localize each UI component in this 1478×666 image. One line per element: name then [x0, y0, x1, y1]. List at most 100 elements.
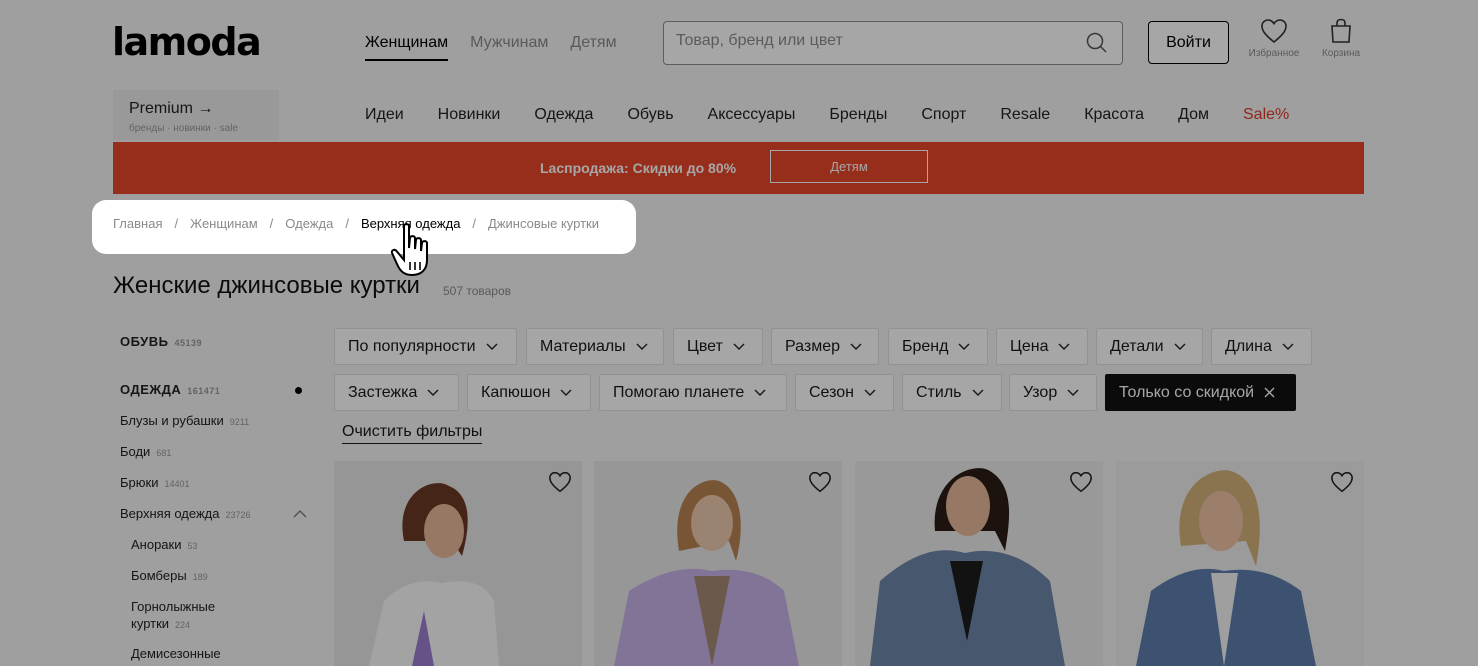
filter-hood[interactable]: Капюшон	[467, 374, 591, 411]
filter-length[interactable]: Длина	[1211, 328, 1312, 365]
chevron-down-icon	[850, 343, 862, 350]
sidebar-item-label: куртки	[131, 616, 170, 631]
filter-fastener[interactable]: Застежка	[334, 374, 459, 411]
filter-season[interactable]: Сезон	[795, 374, 894, 411]
filter-label: Бренд	[902, 337, 949, 355]
sidebar-item-ski-jackets[interactable]: Горнолыжные	[131, 599, 215, 614]
tab-women[interactable]: Женщинам	[365, 34, 449, 61]
sidebar-item-shoes[interactable]: ОБУВЬ 45139	[120, 334, 202, 349]
nav-shoes[interactable]: Обувь	[627, 106, 673, 124]
sidebar-item-count: 45139	[174, 338, 202, 348]
search-box	[663, 21, 1123, 65]
sidebar-item-count: 14401	[164, 479, 190, 489]
chevron-down-icon	[636, 343, 648, 350]
product-card[interactable]	[334, 461, 582, 666]
sidebar-item-trousers[interactable]: Брюки 14401	[120, 475, 190, 490]
chevron-down-icon	[1067, 389, 1079, 396]
cart-button[interactable]: Корзина	[1306, 18, 1376, 59]
sidebar-item-blouses[interactable]: Блузы и рубашки 9211	[120, 413, 249, 428]
heart-icon[interactable]	[808, 471, 832, 493]
sidebar-item-label: Демисезонные	[131, 646, 221, 661]
lamoda-logo[interactable]: lamoda	[112, 20, 262, 64]
filter-label: Детали	[1110, 337, 1164, 355]
product-card[interactable]	[594, 461, 842, 666]
tab-kids[interactable]: Детям	[570, 34, 616, 61]
nav-sport[interactable]: Спорт	[921, 106, 966, 124]
product-card[interactable]	[1116, 461, 1364, 666]
filter-label: По популярности	[348, 337, 476, 355]
sidebar-item-label: Анораки	[131, 537, 182, 552]
sidebar-item-outerwear[interactable]: Верхняя одежда 23726	[120, 506, 251, 521]
clear-filters-link[interactable]: Очистить фильтры	[342, 423, 483, 444]
filter-details[interactable]: Детали	[1096, 328, 1203, 365]
promo-banner[interactable]: Laспродажа: Скидки до 80% Детям	[113, 142, 1364, 194]
nav-ideas[interactable]: Идеи	[365, 106, 404, 124]
nav-accessories[interactable]: Аксессуары	[708, 106, 796, 124]
filter-discount-only[interactable]: Только со скидкой	[1105, 374, 1296, 411]
breadcrumb-clothing[interactable]: Одежда	[285, 216, 333, 231]
breadcrumb-separator: /	[472, 216, 477, 231]
sidebar-item-bombers[interactable]: Бомберы 189	[131, 568, 208, 583]
promo-text: Laспродажа: Скидки до 80%	[540, 160, 737, 176]
product-card[interactable]	[855, 461, 1103, 666]
filter-pattern[interactable]: Узор	[1009, 374, 1097, 411]
nav-clothing[interactable]: Одежда	[534, 106, 593, 124]
heart-icon[interactable]	[1330, 471, 1354, 493]
breadcrumb-home[interactable]: Главная	[113, 216, 162, 231]
chevron-down-icon	[972, 389, 983, 396]
filter-price[interactable]: Цена	[996, 328, 1088, 365]
heart-icon[interactable]	[548, 471, 572, 493]
sidebar-item-count: 161471	[187, 386, 221, 396]
chevron-down-icon	[427, 389, 439, 396]
site-header: lamoda Женщинам Мужчинам Детям Войти Изб…	[0, 0, 1478, 142]
promo-kids-button[interactable]: Детям	[770, 150, 928, 183]
nav-home[interactable]: Дом	[1178, 106, 1209, 124]
filter-style[interactable]: Стиль	[902, 374, 1002, 411]
breadcrumb-separator: /	[269, 216, 274, 231]
filter-label: Стиль	[916, 383, 962, 401]
premium-link[interactable]: Premium → бренды · новинки · sale	[113, 90, 279, 140]
sidebar-item-count: 681	[156, 448, 172, 458]
sidebar-item-ski-jackets-2[interactable]: куртки 224	[131, 616, 190, 631]
chevron-down-icon	[1174, 343, 1186, 350]
product-photo	[334, 461, 582, 666]
sidebar-item-clothing[interactable]: ОДЕЖДА 161471	[120, 382, 220, 397]
chevron-down-icon	[560, 389, 572, 396]
search-icon[interactable]	[1086, 32, 1108, 54]
filter-color[interactable]: Цвет	[673, 328, 763, 365]
sidebar-item-count: 53	[187, 541, 198, 551]
filter-size[interactable]: Размер	[771, 328, 879, 365]
filter-brand[interactable]: Бренд	[888, 328, 988, 365]
sidebar-item-demi-season[interactable]: Демисезонные	[131, 646, 221, 661]
close-icon[interactable]	[1264, 387, 1275, 398]
sidebar-item-label: ОДЕЖДА	[120, 382, 182, 397]
login-button[interactable]: Войти	[1148, 21, 1229, 64]
sort-popularity-dropdown[interactable]: По популярности	[334, 328, 517, 365]
heart-icon[interactable]	[1069, 471, 1093, 493]
filter-label: Материалы	[540, 337, 626, 355]
nav-new[interactable]: Новинки	[438, 106, 501, 124]
filter-materials[interactable]: Материалы	[526, 328, 664, 365]
filter-label: Узор	[1023, 383, 1058, 401]
breadcrumb-women[interactable]: Женщинам	[190, 216, 258, 231]
filter-label: Длина	[1225, 337, 1272, 355]
filter-label: Цвет	[687, 337, 723, 355]
sidebar-item-anoraks[interactable]: Анораки 53	[131, 537, 198, 552]
nav-brands[interactable]: Бренды	[829, 106, 887, 124]
chevron-down-icon	[486, 343, 498, 350]
chevron-down-icon	[958, 343, 970, 350]
chevron-down-icon	[864, 389, 876, 396]
bag-icon	[1331, 18, 1351, 43]
premium-subtitle: бренды · новинки · sale	[129, 123, 238, 134]
tab-men[interactable]: Мужчинам	[470, 34, 548, 61]
chevron-down-icon	[1282, 343, 1294, 350]
nav-sale[interactable]: Sale%	[1243, 106, 1289, 124]
filter-help-planet[interactable]: Помогаю планете	[599, 374, 787, 411]
chevron-up-icon[interactable]	[293, 510, 307, 518]
nav-beauty[interactable]: Красота	[1084, 106, 1144, 124]
search-input[interactable]	[676, 32, 1076, 50]
chevron-down-icon	[733, 343, 745, 350]
nav-resale[interactable]: Resale	[1000, 106, 1050, 124]
sidebar-item-bodysuits[interactable]: Боди 681	[120, 444, 171, 459]
favorites-button[interactable]: Избранное	[1239, 18, 1309, 59]
